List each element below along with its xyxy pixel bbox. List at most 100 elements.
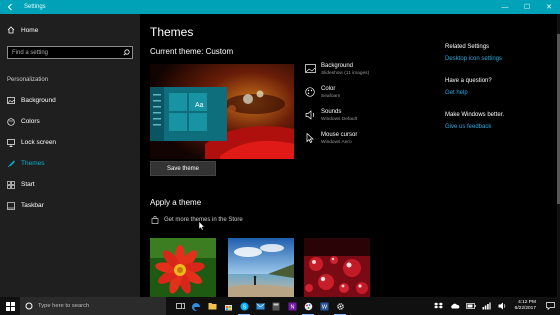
sidebar-item-label: Taskbar [21,202,44,209]
paint-icon [304,302,312,310]
task-view-button[interactable] [172,297,188,315]
word-app[interactable]: W [316,297,332,315]
property-title: Sounds [321,109,342,115]
apply-theme-heading: Apply a theme [150,198,202,207]
current-theme-heading: Current theme: Custom [150,47,234,56]
clock-date: 6/22/2017 [514,306,536,311]
property-value: Slideshow (11 images) [321,71,370,76]
mail-app[interactable] [252,297,268,315]
dropbox-tray[interactable] [431,297,447,315]
notification-icon [545,302,555,310]
back-button[interactable] [0,0,20,14]
clock[interactable]: 4:12 PM 6/22/2017 [515,300,536,312]
sidebar-nav: Background Colors Lock screen Themes Sta… [0,90,140,216]
section-heading: Personalization [7,77,49,83]
property-mouse-cursor[interactable]: Mouse cursor Windows Aero [305,132,435,155]
tray-app-tray[interactable] [463,297,479,315]
property-sounds[interactable]: Sounds Windows Default [305,109,435,132]
give-feedback-link[interactable]: Give us feedback [445,124,555,130]
store-app[interactable] [220,297,236,315]
sidebar-item-themes[interactable]: Themes [0,153,140,174]
cortana-icon [25,302,33,310]
search-icon[interactable] [120,47,132,58]
title-bar: Settings — ☐ ✕ [0,0,560,14]
theme-thumbnail-raindrops[interactable] [304,238,370,297]
system-tray: 4:12 PM 6/22/2017 [431,297,558,315]
save-theme-button[interactable]: Save theme [150,161,216,176]
sidebar-item-start[interactable]: Start [0,174,140,195]
question-heading: Have a question? [445,78,492,84]
skype-app[interactable]: S [236,297,252,315]
store-link[interactable]: Get more themes in the Store [151,216,243,224]
settings-app[interactable] [332,297,348,315]
property-background[interactable]: Background Slideshow (11 images) [305,63,435,86]
property-title: Mouse cursor [321,132,358,138]
edge-app[interactable] [188,297,204,315]
volume-tray[interactable] [495,297,511,315]
sidebar-item-background[interactable]: Background [0,90,140,111]
related-settings-heading: Related Settings [445,44,490,50]
paint-app[interactable] [300,297,316,315]
theme-thumbnail-flower[interactable] [150,238,216,297]
property-color[interactable]: Color Seafoam [305,86,435,109]
sidebar-item-taskbar[interactable]: Taskbar [0,195,140,216]
store-bag-icon [224,304,232,310]
sidebar-item-label: Background [21,97,56,104]
taskbar: Type here to search S N W 4:12 PM 6/22/2… [0,297,560,315]
feedback-heading: Make Windows better. [445,112,505,118]
theme-properties: Background Slideshow (11 images) Color S… [305,63,435,155]
task-view-icon [175,303,185,309]
palette-icon [7,117,15,126]
taskbar-search-placeholder: Type here to search [38,303,90,309]
network-tray[interactable] [479,297,495,315]
calculator-app[interactable] [268,297,284,315]
search-placeholder: Find a setting [12,49,49,56]
find-setting-input[interactable]: Find a setting [7,46,133,59]
dropbox-icon [434,302,444,309]
onenote-app[interactable]: N [284,297,300,315]
sidebar-item-lock-screen[interactable]: Lock screen [0,132,140,153]
related-settings-panel: Related Settings Desktop icon settings H… [445,44,555,146]
network-icon [482,302,491,310]
close-button[interactable]: ✕ [538,0,560,14]
sidebar: Home Find a setting Personalization Back… [0,14,140,297]
get-help-link[interactable]: Get help [445,90,555,96]
sidebar-item-label: Lock screen [21,139,57,146]
main-content: Themes Current theme: Custom Aa Save the… [140,14,560,297]
battery-icon [465,303,476,309]
back-arrow-icon [7,3,12,11]
speaker-icon [498,302,506,310]
start-grid-icon [7,180,15,189]
calculator-icon [272,302,280,310]
home-link[interactable]: Home [7,26,38,34]
property-value: Windows Aero [321,140,352,145]
action-center-button[interactable] [542,297,558,315]
svg-text:S: S [242,304,246,310]
sidebar-item-label: Start [21,181,35,188]
minimize-button[interactable]: — [494,0,516,14]
start-button[interactable] [0,297,20,315]
sidebar-item-colors[interactable]: Colors [0,111,140,132]
home-label: Home [21,26,39,34]
desktop-icon-settings-link[interactable]: Desktop icon settings [445,56,555,62]
theme-preview-image [150,64,294,159]
property-value: Windows Default [321,117,357,122]
monitor-icon [7,138,15,147]
beach-image [228,238,294,297]
taskbar-icon [7,201,15,210]
gear-icon [336,302,344,310]
taskbar-search-box[interactable]: Type here to search [20,297,166,315]
cloud-icon [450,303,459,309]
taskbar-apps: S N W [172,297,348,315]
folder-icon [208,303,216,310]
theme-thumbnail-beach[interactable] [228,238,294,297]
property-value: Seafoam [321,94,341,99]
file-explorer-app[interactable] [204,297,220,315]
flower-image [150,238,216,297]
skype-icon: S [240,302,248,310]
onedrive-tray[interactable] [447,297,463,315]
windows-logo-icon [5,301,15,311]
svg-text:N: N [290,304,294,310]
maximize-button[interactable]: ☐ [516,0,538,14]
window-title: Settings [24,4,46,10]
